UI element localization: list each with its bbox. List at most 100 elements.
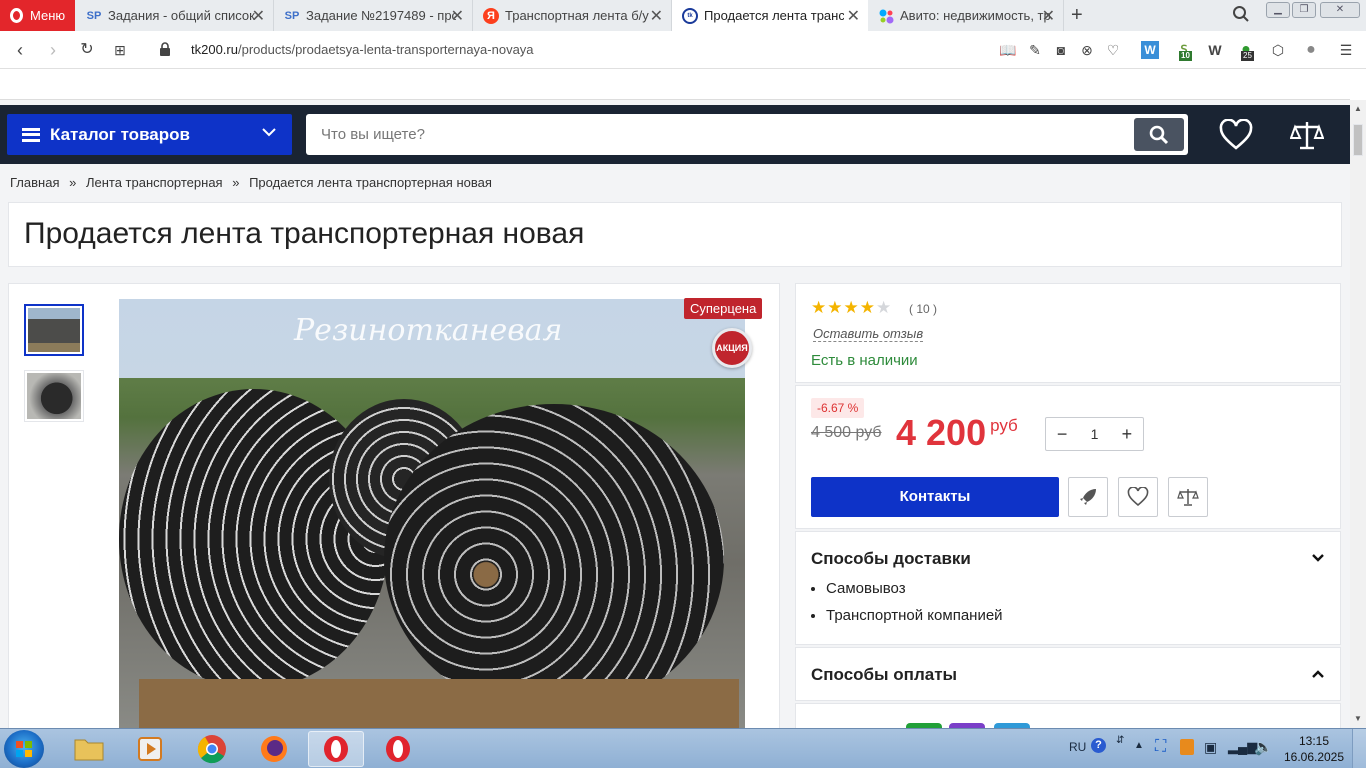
- tab-yandex-search[interactable]: Я Транспортная лента б/у ✕: [473, 0, 672, 31]
- system-clock[interactable]: 13:15 16.06.2025: [1282, 733, 1346, 765]
- search-icon: [1149, 125, 1169, 144]
- wikipedia-extension-icon[interactable]: W: [1206, 41, 1224, 59]
- gallery-thumbnail[interactable]: [24, 370, 84, 422]
- breadcrumb-home-link[interactable]: Главная: [10, 175, 59, 190]
- add-to-wishlist-button[interactable]: [1118, 477, 1158, 517]
- tab-avito[interactable]: Авито: недвижимость, тра ✕: [868, 0, 1064, 31]
- rocket-icon: [1080, 489, 1096, 505]
- volume-icon[interactable]: 🔈: [1254, 738, 1273, 756]
- clock-time: 13:15: [1298, 734, 1330, 748]
- url-field[interactable]: tk200.ru/products/prodaetsya-lenta-trans…: [191, 42, 534, 57]
- thumbnail-image: [27, 373, 81, 419]
- catalog-button[interactable]: Каталог товаров: [7, 114, 292, 155]
- opera-menu-button[interactable]: Меню: [0, 0, 75, 31]
- tab-title: Авито: недвижимость, тра: [900, 8, 1050, 23]
- scrollbar-thumb[interactable]: [1353, 124, 1363, 156]
- lock-icon[interactable]: [159, 42, 171, 56]
- quantity-minus-button[interactable]: −: [1046, 424, 1078, 445]
- photo-caption: Резинотканевая: [294, 313, 563, 348]
- payment-title: Способы оплаты: [811, 665, 958, 684]
- window-minimize-button[interactable]: ▁: [1266, 2, 1290, 18]
- star-icon: ★: [843, 298, 860, 317]
- tray-keyboard-icon[interactable]: ⇵: [1116, 735, 1124, 746]
- chevron-down-icon[interactable]: [1311, 550, 1325, 566]
- windows-taskbar: RU ? ⇵ ▲ ⛶ ▣ ▂▄▆ 🔈 13:15 16.06.2025: [0, 728, 1366, 768]
- contacts-button[interactable]: Контакты: [811, 477, 1059, 517]
- edit-icon[interactable]: ✎: [1026, 41, 1044, 59]
- leave-review-link[interactable]: Оставить отзыв: [813, 326, 924, 342]
- adblock-icon[interactable]: ⊗: [1078, 41, 1096, 59]
- window-close-button[interactable]: ✕: [1320, 2, 1360, 18]
- site-search: [306, 114, 1188, 155]
- help-icon[interactable]: ?: [1091, 738, 1106, 753]
- taskbar-media-player[interactable]: [122, 731, 178, 767]
- tab-title: Задание №2197489 - просмот: [306, 8, 456, 23]
- snapshot-camera-icon[interactable]: ◙: [1052, 41, 1070, 59]
- show-hidden-icons-icon[interactable]: ▲: [1134, 740, 1144, 751]
- star-icon: ★: [811, 298, 828, 317]
- network-signal-icon[interactable]: ▂▄▆: [1228, 739, 1257, 755]
- new-tab-plus-icon[interactable]: +: [1071, 4, 1083, 27]
- avito-favicon-icon: [878, 8, 894, 24]
- forward-arrow-icon[interactable]: ›: [43, 40, 63, 60]
- profile-avatar-icon[interactable]: ●: [1302, 41, 1320, 59]
- tab-close-icon[interactable]: ✕: [252, 6, 265, 26]
- favorite-heart-icon[interactable]: ♡: [1104, 41, 1122, 59]
- speed-dial-grid-icon[interactable]: ⊞: [110, 40, 130, 60]
- tab-close-icon[interactable]: ✕: [650, 6, 663, 26]
- taskbar-firefox[interactable]: [246, 731, 302, 767]
- tab-task-2197489[interactable]: SP Задание №2197489 - просмот ✕: [274, 0, 473, 31]
- scroll-down-arrow-icon[interactable]: ▼: [1354, 714, 1362, 723]
- language-indicator[interactable]: RU: [1069, 740, 1086, 754]
- quantity-value[interactable]: 1: [1078, 426, 1110, 442]
- breadcrumb-separator: »: [69, 175, 77, 190]
- add-to-compare-button[interactable]: [1168, 477, 1208, 517]
- tab-close-icon[interactable]: ✕: [1042, 6, 1055, 26]
- tab-close-icon[interactable]: ✕: [847, 6, 860, 26]
- start-button[interactable]: [4, 730, 44, 768]
- delivery-card: Способы доставки Самовывоз Транспортной …: [795, 531, 1341, 645]
- taskbar-chrome[interactable]: [184, 731, 240, 767]
- sp-favicon-icon: SP: [86, 9, 102, 22]
- extension-badge: 25: [1241, 51, 1254, 61]
- device-icon[interactable]: ▣: [1204, 739, 1217, 756]
- tab-close-icon[interactable]: ✕: [451, 6, 464, 26]
- green-extension-icon[interactable]: ● 25: [1237, 41, 1255, 61]
- scroll-up-arrow-icon[interactable]: ▲: [1354, 104, 1362, 113]
- reload-icon[interactable]: ↻: [77, 40, 97, 60]
- wooden-pallet: [139, 679, 739, 728]
- yandex-favicon-icon: Я: [483, 7, 499, 24]
- page-scrollbar[interactable]: ▲ ▼: [1350, 100, 1366, 728]
- thumbnail-image: [28, 308, 80, 352]
- search-input[interactable]: [306, 114, 1106, 155]
- taskbar-opera-active[interactable]: [308, 731, 364, 767]
- tab-tasks-list[interactable]: SP Задания - общий список задан ✕: [76, 0, 274, 31]
- browser-tab-bar: Меню SP Задания - общий список задан ✕ S…: [0, 0, 1366, 31]
- tab-current-product[interactable]: tk Продается лента транспорт ✕: [672, 0, 868, 31]
- word-extension-icon[interactable]: W: [1141, 41, 1159, 59]
- opera-icon: [324, 736, 348, 762]
- back-arrow-icon[interactable]: ‹: [10, 40, 30, 60]
- gallery-thumbnail[interactable]: [24, 304, 84, 356]
- screenshot-tool-icon[interactable]: ⛶: [1155, 738, 1166, 756]
- catalog-label: Каталог товаров: [50, 124, 190, 144]
- payment-card: Способы оплаты: [795, 647, 1341, 701]
- wishlist-heart-icon[interactable]: [1219, 119, 1253, 151]
- quick-order-button[interactable]: [1068, 477, 1108, 517]
- tray-app-icon[interactable]: [1180, 739, 1194, 755]
- compare-scales-icon[interactable]: [1290, 119, 1324, 151]
- show-desktop-button[interactable]: [1352, 729, 1366, 768]
- taskbar-opera[interactable]: [370, 731, 426, 767]
- search-button[interactable]: [1134, 118, 1184, 151]
- tab-search-icon[interactable]: [1232, 5, 1250, 23]
- breadcrumb-category-link[interactable]: Лента транспортерная: [86, 175, 223, 190]
- extensions-cube-icon[interactable]: ⬡: [1269, 41, 1287, 59]
- taskbar-explorer[interactable]: [61, 731, 117, 767]
- seo-extension-icon[interactable]: Ȿ 10: [1175, 41, 1193, 61]
- product-main-photo[interactable]: Резинотканевая: [119, 299, 745, 728]
- quantity-plus-button[interactable]: +: [1111, 424, 1143, 445]
- window-restore-button[interactable]: ❐: [1292, 2, 1316, 18]
- chevron-up-icon[interactable]: [1311, 666, 1325, 682]
- reader-mode-icon[interactable]: 📖: [999, 41, 1017, 59]
- easy-setup-menu-icon[interactable]: ☰: [1337, 41, 1355, 59]
